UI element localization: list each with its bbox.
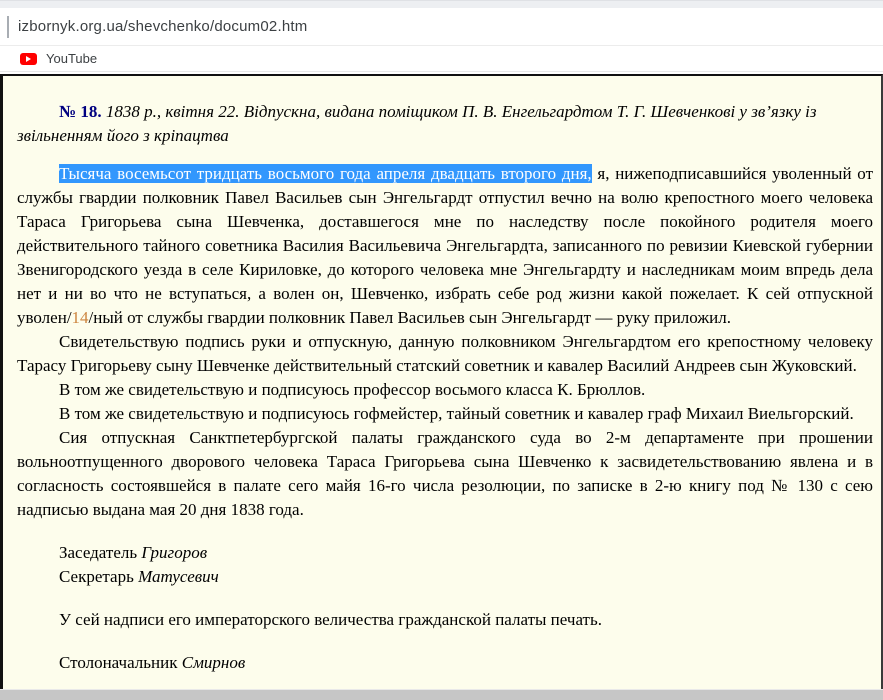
paragraph-1: Тысяча восемьсот тридцать восьмого года … bbox=[17, 162, 873, 330]
address-bar-divider bbox=[7, 16, 9, 38]
page-number-marker: 14 bbox=[72, 308, 89, 327]
signature-name: Смирнов bbox=[182, 653, 246, 672]
signature-sekretar: Секретарь Матусевич bbox=[17, 565, 873, 589]
signature-role: Столоначальник bbox=[59, 653, 177, 672]
bookmarks-bar: YouTube bbox=[0, 46, 883, 72]
play-icon bbox=[26, 56, 31, 62]
signature-name: Григоров bbox=[141, 543, 207, 562]
horizontal-scrollbar[interactable] bbox=[0, 689, 883, 700]
paragraph-1-text-end: /ный от службы гвардии полковник Павел В… bbox=[89, 308, 731, 327]
paragraph-1-text: я, нижеподписавшийся уволенный от службы… bbox=[17, 164, 873, 327]
paragraph-2: Свидетельствую подпись руки и отпускную,… bbox=[17, 330, 873, 378]
selected-text: Тысяча восемьсот тридцать восьмого года … bbox=[59, 164, 592, 183]
signature-stolonachalnik: Столоначальник Смирнов bbox=[17, 651, 873, 675]
bookmark-youtube[interactable]: YouTube bbox=[20, 51, 97, 66]
youtube-icon bbox=[20, 53, 37, 65]
paragraph-3: В том же свидетельствую и подписуюсь про… bbox=[17, 378, 873, 402]
seal-line: У сей надписи его императорского величес… bbox=[17, 608, 873, 632]
paragraph-4: В том же свидетельствую и подписуюсь гоф… bbox=[17, 402, 873, 426]
signature-role: Секретарь bbox=[59, 567, 134, 586]
paragraph-5: Сия отпускная Санктпетербургской палаты … bbox=[17, 426, 873, 522]
document-title-text: 1838 р., квітня 22. Відпускна, видана по… bbox=[17, 102, 817, 145]
page-content: № 18. 1838 р., квітня 22. Відпускна, вид… bbox=[0, 74, 883, 689]
signature-zasedatel: Заседатель Григоров bbox=[17, 541, 873, 565]
document-title: № 18. 1838 р., квітня 22. Відпускна, вид… bbox=[17, 100, 873, 148]
signature-role: Заседатель bbox=[59, 543, 137, 562]
bookmark-label: YouTube bbox=[46, 51, 97, 66]
signature-name: Матусевич bbox=[138, 567, 219, 586]
window-top-strip bbox=[0, 0, 883, 8]
browser-window: izbornyk.org.ua/shevchenko/docum02.htm Y… bbox=[0, 0, 883, 700]
url-text[interactable]: izbornyk.org.ua/shevchenko/docum02.htm bbox=[18, 18, 307, 35]
address-bar[interactable]: izbornyk.org.ua/shevchenko/docum02.htm bbox=[0, 8, 883, 46]
document-number: № 18. bbox=[59, 102, 102, 121]
